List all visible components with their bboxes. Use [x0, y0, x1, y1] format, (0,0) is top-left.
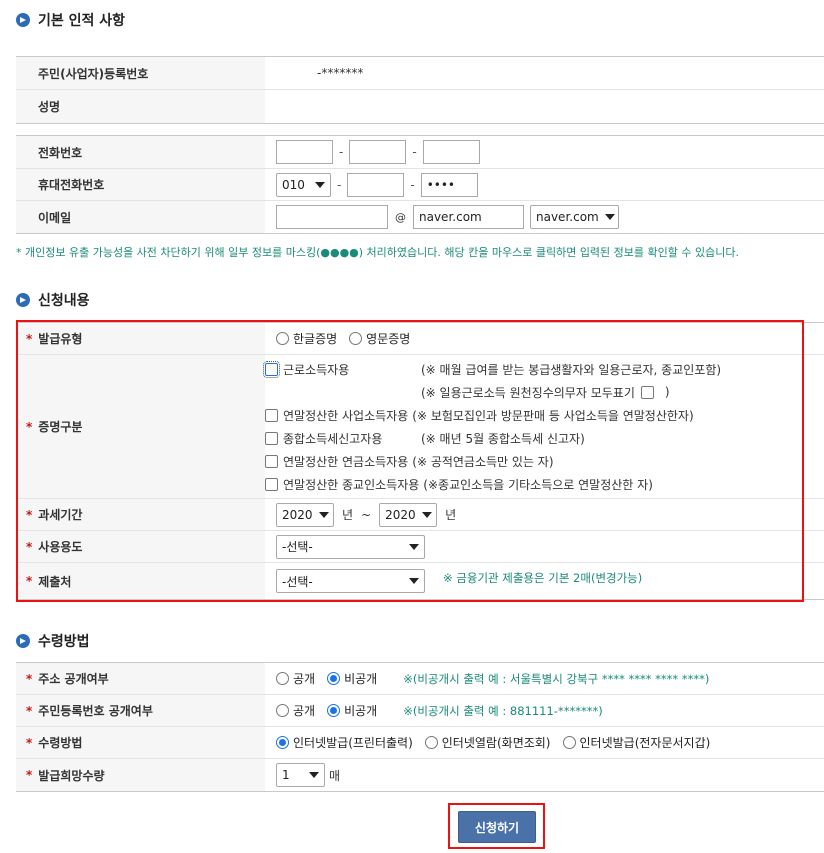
method-label: 수령방법 — [38, 736, 83, 750]
name-value — [265, 90, 824, 123]
phone-input-1[interactable] — [276, 140, 333, 164]
email-id-input[interactable] — [276, 205, 388, 229]
radio-addr-private[interactable]: 비공개 — [327, 670, 377, 687]
arrow-circle-icon — [16, 634, 30, 648]
id-label: 주민(사업자)등록번호 — [16, 57, 265, 89]
radio-method-print[interactable]: 인터넷발급(프린터출력) — [276, 734, 413, 751]
section-title-basic: 기본 인적 사항 — [16, 10, 125, 30]
row-mobile: 휴대전화번호 010 - - •••• — [16, 169, 824, 201]
radio-rrn-public[interactable]: 공개 — [276, 702, 315, 719]
arrow-circle-icon — [16, 13, 30, 27]
mobile-input-2[interactable] — [347, 172, 405, 197]
qty-label: 발급희망수량 — [38, 768, 105, 783]
email-domain-input[interactable]: naver.com — [413, 205, 524, 229]
rrn-note: ※(비공개시 출력 예 : 881111-*******) — [403, 703, 603, 718]
row-email: 이메일 @ naver.com naver.com — [16, 201, 824, 233]
phone-input-3[interactable] — [422, 140, 480, 164]
chevron-down-icon — [604, 214, 615, 220]
id-value: -******* — [317, 66, 364, 80]
phone-label: 전화번호 — [16, 136, 265, 168]
basic-info-table: 주민(사업자)등록번호 -******* 성명 — [16, 56, 824, 124]
radio-method-wallet[interactable]: 인터넷발급(전자문서지갑) — [562, 734, 710, 751]
contact-table: 전화번호 - - 휴대전화번호 010 - - •••• 이메일 @ naver… — [16, 135, 824, 234]
masking-notice: * 개인정보 유출 가능성을 사전 차단하기 위해 일부 정보를 마스킹(●●●… — [16, 246, 739, 259]
section-title-receive: 수령방법 — [16, 631, 90, 651]
mobile-input-3[interactable]: •••• — [420, 172, 478, 197]
highlight-box-request — [16, 320, 804, 602]
addr-note: ※(비공개시 출력 예 : 서울특별시 강북구 **** **** **** *… — [403, 671, 710, 686]
row-id: 주민(사업자)등록번호 -******* — [16, 57, 824, 90]
row-qty: * 발급희망수량 1 매 — [16, 759, 824, 791]
row-addr: * 주소 공개여부 공개 비공개 ※(비공개시 출력 예 : 서울특별시 강북구 … — [16, 663, 824, 695]
chevron-down-icon — [309, 772, 319, 778]
email-label: 이메일 — [16, 201, 265, 233]
row-method: * 수령방법 인터넷발급(프린터출력) 인터넷열람(화면조회) 인터넷발급(전자문… — [16, 727, 824, 759]
receive-table: * 주소 공개여부 공개 비공개 ※(비공개시 출력 예 : 서울특별시 강북구 … — [16, 662, 824, 792]
mobile-prefix-select[interactable]: 010 — [276, 172, 331, 197]
apply-button[interactable]: 신청하기 — [458, 811, 536, 843]
addr-label: 주소 공개여부 — [38, 672, 109, 686]
section-title-request: 신청내용 — [16, 290, 90, 310]
radio-method-view[interactable]: 인터넷열람(화면조회) — [424, 734, 551, 751]
qty-select[interactable]: 1 — [276, 763, 325, 787]
row-name: 성명 — [16, 90, 824, 123]
arrow-circle-icon — [16, 293, 30, 307]
radio-addr-public[interactable]: 공개 — [276, 670, 315, 687]
email-domain-select[interactable]: naver.com — [530, 205, 619, 229]
rrn-label: 주민등록번호 공개여부 — [38, 704, 153, 718]
mobile-label: 휴대전화번호 — [16, 169, 265, 200]
name-label: 성명 — [16, 90, 265, 123]
phone-input-2[interactable] — [349, 140, 407, 164]
chevron-down-icon — [315, 181, 325, 188]
email-at-sign: @ — [395, 210, 406, 224]
row-phone: 전화번호 - - — [16, 136, 824, 169]
radio-rrn-private[interactable]: 비공개 — [327, 702, 377, 719]
row-rrn: * 주민등록번호 공개여부 공개 비공개 ※(비공개시 출력 예 : 881111… — [16, 695, 824, 727]
